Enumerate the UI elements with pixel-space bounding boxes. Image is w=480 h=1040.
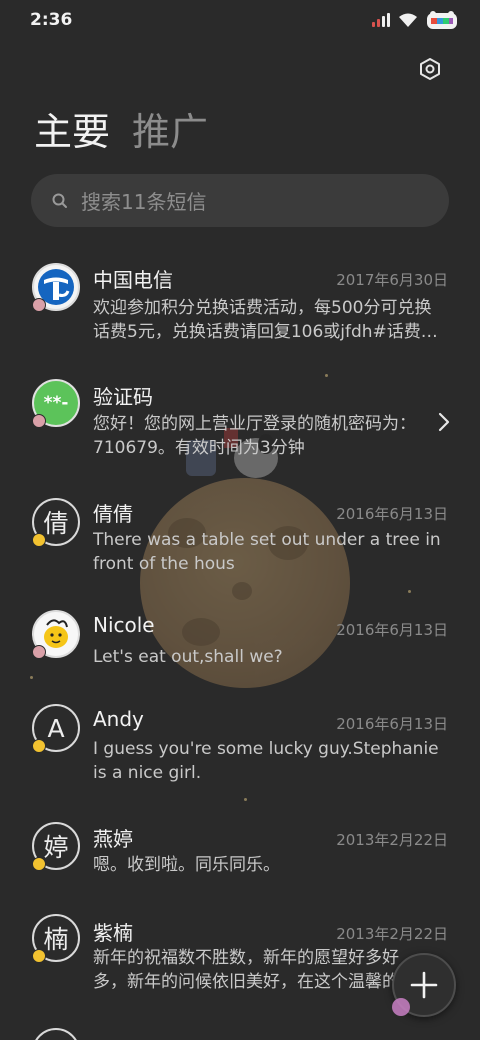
messages-screen: 2:36 主要 推广 搜索11条短信 中国电信 2017年6月30日 欢迎参加积… <box>0 0 480 1040</box>
conversation-preview: 新年的祝福数不胜数，新年的愿望好多好多，新年的问候依旧美好，在这个温馨的时 <box>93 948 416 992</box>
woodstock-badge-icon <box>32 533 46 547</box>
avatar-initial: 倩 <box>43 509 69 538</box>
conversation-date: 2013年2月22日 <box>336 831 448 849</box>
contact-avatar-partial[interactable] <box>32 1028 80 1040</box>
conversation-item[interactable]: A Andy 2016年6月13日 I guess you're some lu… <box>0 698 480 798</box>
tab-promotions[interactable]: 推广 <box>132 108 208 156</box>
search-icon <box>52 193 67 208</box>
contact-badge-icon <box>32 645 46 659</box>
settings-icon <box>420 58 440 80</box>
contact-badge-icon <box>32 298 46 312</box>
woodstock-badge-icon <box>32 949 46 963</box>
avatar-initial: 楠 <box>43 925 69 954</box>
conversation-preview: There was a table set out under a tree i… <box>93 530 441 574</box>
avatar-initial: A <box>47 713 65 743</box>
conversation-preview: I guess you're some lucky guy.Stephanie … <box>93 739 439 783</box>
settings-button[interactable] <box>414 53 446 85</box>
avatar-initial: 婷 <box>43 833 69 862</box>
password-icon: **- <box>43 393 69 413</box>
cartoon-battery-icon <box>427 11 457 29</box>
china-telecom-avatar <box>32 263 80 312</box>
conversation-preview: 您好！您的网上营业厅登录的随机密码为：710679。有效时间为3分钟 <box>93 414 416 458</box>
conversation-date: 2013年2月22日 <box>336 925 448 943</box>
category-tabs: 主要 推广 <box>34 108 208 156</box>
contact-avatar: 楠 <box>32 914 80 963</box>
conversation-date: 2016年6月13日 <box>336 621 448 639</box>
cellular-signal-icon <box>372 13 390 27</box>
woodstock-badge-icon <box>32 739 46 753</box>
woodstock-avatar <box>32 610 80 659</box>
status-bar: 2:36 <box>0 0 480 40</box>
star-decoration <box>244 798 247 801</box>
status-time: 2:36 <box>30 10 73 30</box>
conversation-item[interactable]: **- 验证码 您好！您的网上营业厅登录的随机密码为：710679。有效时间为3… <box>0 372 480 472</box>
wifi-icon <box>399 13 417 27</box>
conversation-name: 中国电信 <box>93 268 173 292</box>
search-placeholder: 搜索11条短信 <box>81 190 207 214</box>
search-input[interactable]: 搜索11条短信 <box>31 174 449 227</box>
conversation-preview: 嗯。收到啦。同乐同乐。 <box>93 855 280 875</box>
contact-avatar: 倩 <box>32 498 80 547</box>
conversation-item[interactable]: 中国电信 2017年6月30日 欢迎参加积分兑换话费活动，每500分可兑换话费5… <box>0 256 480 356</box>
conversation-date: 2016年6月13日 <box>336 715 448 733</box>
conversation-date: 2017年6月30日 <box>336 271 448 289</box>
conversation-name: 紫楠 <box>93 921 133 945</box>
conversation-name: 倩倩 <box>93 502 133 526</box>
conversation-name: 验证码 <box>93 385 153 409</box>
conversation-preview: 欢迎参加积分兑换话费活动，每500分可兑换话费5元，兑换话费请回复106或jfd… <box>93 298 438 342</box>
conversation-date: 2016年6月13日 <box>336 505 448 523</box>
contact-avatar: A <box>32 704 80 753</box>
conversation-item[interactable]: 婷 燕婷 2013年2月22日 嗯。收到啦。同乐同乐。 <box>0 814 480 894</box>
conversation-item[interactable]: 倩 倩倩 2016年6月13日 There was a table set ou… <box>0 488 480 588</box>
conversation-item[interactable]: Nicole 2016年6月13日 Let's eat out,shall we… <box>0 604 480 684</box>
chevron-right-icon[interactable] <box>436 410 452 434</box>
planet-decoration-icon <box>392 998 410 1016</box>
conversation-name: Andy <box>93 707 144 731</box>
conversation-name: 燕婷 <box>93 827 133 851</box>
star-decoration <box>408 590 411 593</box>
tab-primary[interactable]: 主要 <box>34 108 110 156</box>
verification-code-avatar: **- <box>32 379 80 428</box>
woodstock-badge-icon <box>32 857 46 871</box>
contact-avatar: 婷 <box>32 822 80 871</box>
plus-icon <box>410 971 438 999</box>
contact-badge-icon <box>32 414 46 428</box>
conversation-name: Nicole <box>93 613 155 637</box>
conversation-preview: Let's eat out,shall we? <box>93 647 283 667</box>
status-icons <box>372 10 458 30</box>
